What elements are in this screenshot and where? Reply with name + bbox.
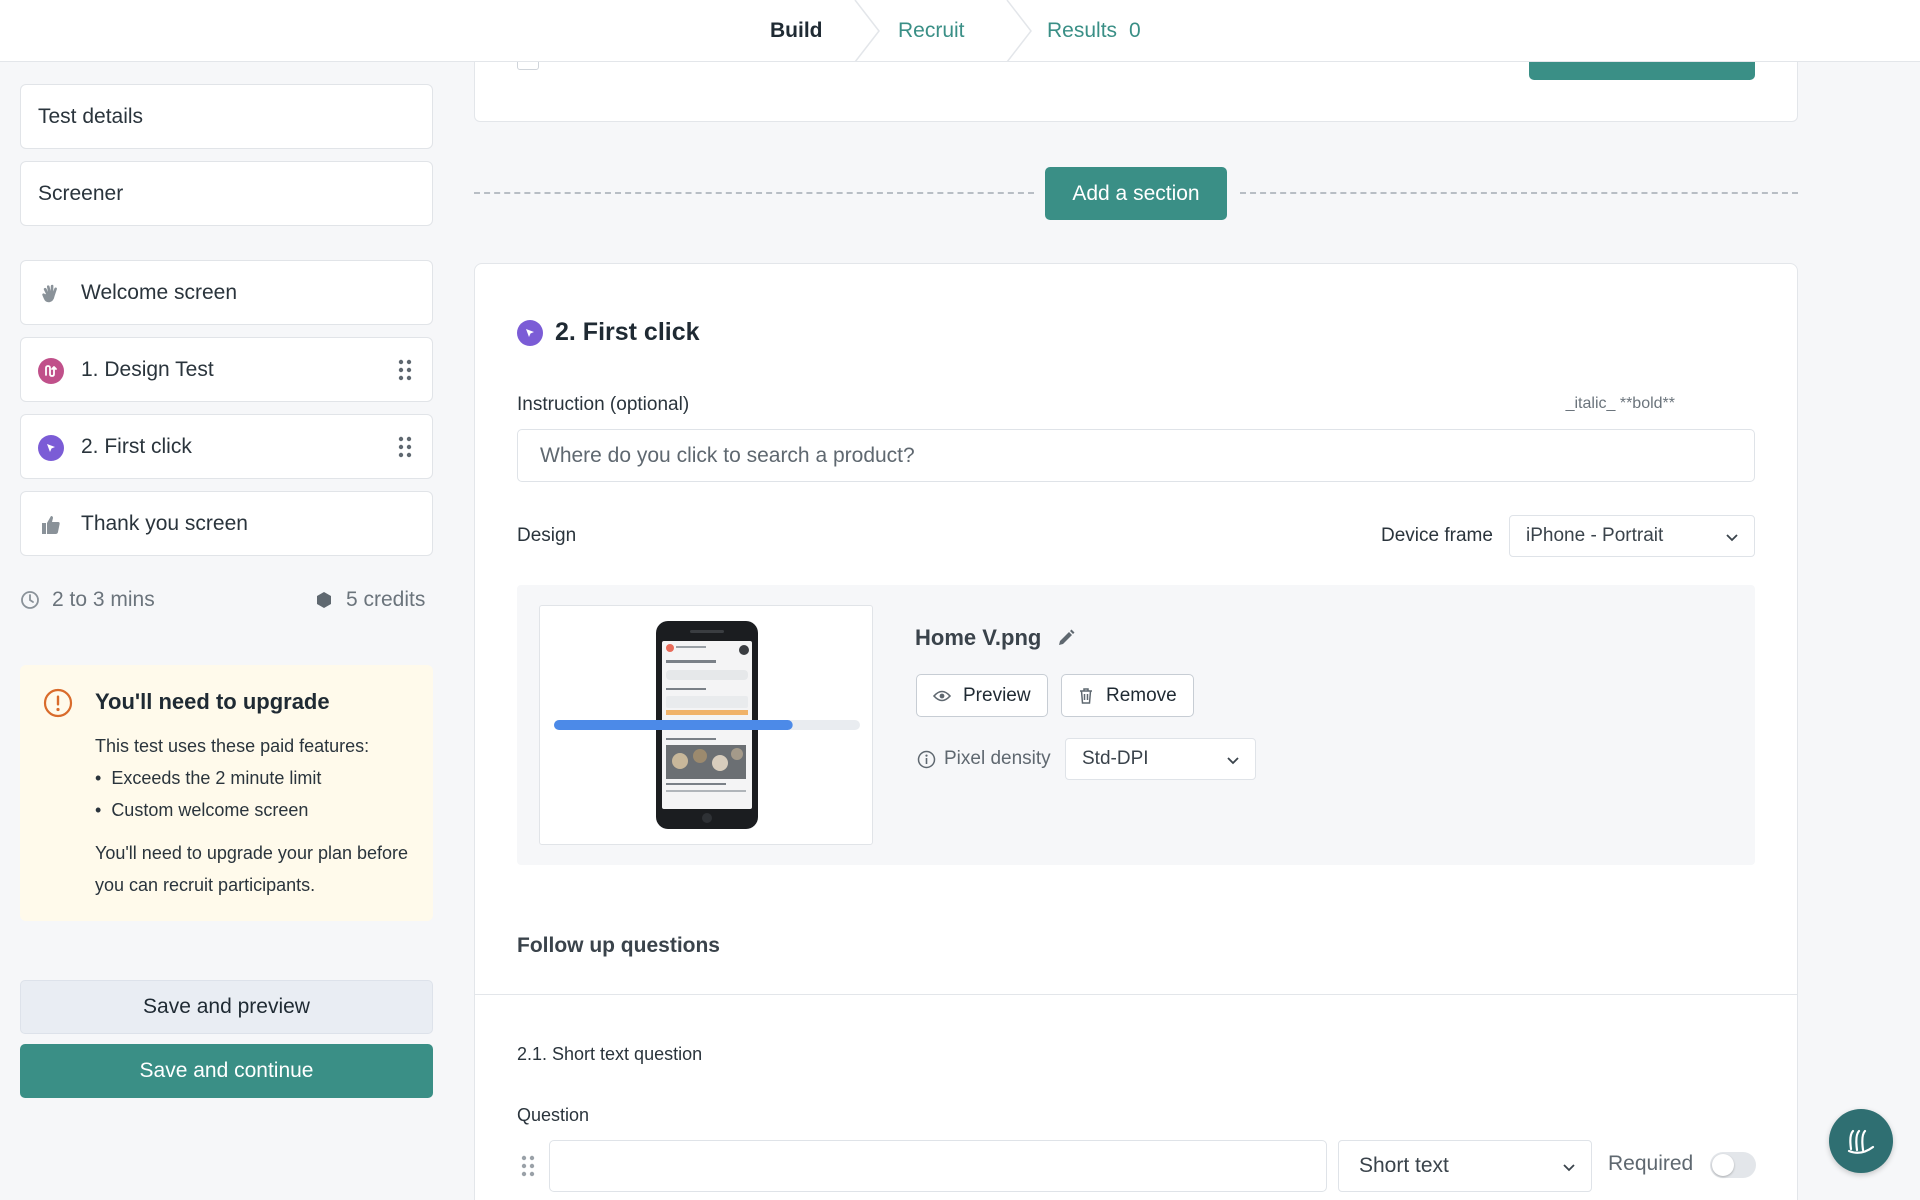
instruction-input[interactable]: Where do you click to search a product?: [517, 429, 1755, 482]
sidebar-item-thank-you-screen[interactable]: Thank you screen: [20, 491, 433, 556]
sidebar-item-first-click[interactable]: 2. First click: [20, 414, 433, 479]
sidebar-item-welcome-screen[interactable]: Welcome screen: [20, 260, 433, 325]
cursor-click-icon: [517, 319, 543, 346]
formatting-hint: _italic_ **bold**: [1565, 395, 1675, 412]
top-navigation: Build Recruit Results 0: [0, 0, 1920, 62]
thumbs-up-icon: [38, 512, 64, 538]
save-and-preview-button[interactable]: Save and preview: [20, 980, 433, 1034]
sidebar-item-label: Thank you screen: [81, 511, 248, 535]
preview-button[interactable]: Preview: [916, 674, 1048, 717]
section-title-text: 2. First click: [555, 318, 700, 346]
section-divider-line: [1240, 192, 1798, 194]
tab-recruit-label: Recruit: [898, 19, 965, 42]
remove-button-label: Remove: [1106, 684, 1177, 706]
upload-progress-fill: [554, 720, 793, 730]
wave-hand-icon: [38, 281, 64, 307]
sidebar-item-label: Screener: [38, 181, 124, 205]
sidebar-item-design-test[interactable]: 1. Design Test: [20, 337, 433, 402]
duration-text: 2 to 3 mins: [52, 588, 155, 611]
file-name-text: Home V.png: [915, 625, 1042, 650]
design-thumbnail: [539, 605, 873, 845]
required-label: Required: [1608, 1152, 1694, 1175]
eye-icon: [933, 690, 951, 701]
required-toggle[interactable]: [1710, 1152, 1756, 1178]
sidebar-test-details[interactable]: Test details: [20, 84, 433, 149]
section-divider-line: [474, 192, 1034, 194]
instruction-label: Instruction (optional): [517, 394, 690, 415]
warning-icon: [43, 688, 73, 718]
phone-mockup-image: [554, 621, 860, 829]
sidebar-screener[interactable]: Screener: [20, 161, 433, 226]
instruction-value: Where do you click to search a product?: [540, 443, 915, 467]
section-title: 2. First click: [517, 318, 700, 347]
pencil-edit-icon[interactable]: [1055, 627, 1077, 649]
help-chat-button[interactable]: [1829, 1109, 1893, 1173]
trash-icon: [1080, 687, 1092, 704]
question-type-select[interactable]: Short text: [1338, 1140, 1592, 1192]
question-input[interactable]: [549, 1140, 1327, 1192]
tab-build-label: Build: [770, 19, 823, 42]
follow-up-title: Follow up questions: [517, 934, 720, 957]
chevron-down-icon: [1726, 534, 1738, 542]
device-frame-label: Device frame: [1381, 525, 1493, 546]
drag-handle-icon[interactable]: [521, 1155, 535, 1177]
pixel-density: Pixel density: [917, 748, 1051, 770]
sidebar-item-label: 1. Design Test: [81, 357, 214, 381]
save-and-continue-button[interactable]: Save and continue: [20, 1044, 433, 1098]
tab-results[interactable]: Results 0: [1047, 0, 1141, 62]
credits-text: 5 credits: [346, 588, 426, 611]
tab-recruit[interactable]: Recruit: [898, 0, 965, 62]
design-test-icon: [38, 358, 64, 384]
sidebar-item-label: 2. First click: [81, 434, 192, 458]
question-heading: 2.1. Short text question: [517, 1044, 703, 1064]
cursor-click-icon: [38, 435, 64, 461]
upgrade-feature-list: Exceeds the 2 minute limit Custom welcom…: [95, 762, 321, 826]
results-count: 0: [1129, 19, 1141, 42]
question-label: Question: [517, 1105, 590, 1125]
design-file-name: Home V.png: [915, 625, 1077, 651]
pixel-density-value: Std-DPI: [1082, 748, 1149, 769]
credits-estimate: 5 credits: [314, 588, 425, 612]
tab-results-label: Results: [1047, 19, 1118, 42]
drag-handle-icon[interactable]: [398, 436, 412, 458]
upgrade-intro: This test uses these paid features:: [95, 736, 370, 756]
device-frame-value: iPhone - Portrait: [1526, 525, 1664, 546]
duration-estimate: 2 to 3 mins: [20, 588, 155, 612]
design-label: Design: [517, 525, 577, 546]
tab-build[interactable]: Build: [770, 0, 823, 62]
pixel-density-select[interactable]: Std-DPI: [1065, 738, 1256, 780]
info-icon: [917, 750, 936, 768]
chat-logo-icon: [1847, 1129, 1875, 1154]
list-item: Custom welcome screen: [95, 794, 321, 826]
pixel-density-label: Pixel density: [944, 748, 1051, 769]
credit-coin-icon: [317, 592, 331, 608]
upgrade-notice: You'll need to upgrade This test uses th…: [20, 665, 433, 921]
preview-button-label: Preview: [963, 684, 1031, 706]
device-frame-select[interactable]: iPhone - Portrait: [1509, 515, 1755, 557]
chevron-down-icon: [1563, 1164, 1575, 1172]
upgrade-note: You'll need to upgrade your plan before …: [95, 843, 409, 895]
sidebar-item-label: Welcome screen: [81, 280, 238, 304]
drag-handle-icon[interactable]: [398, 359, 412, 381]
list-item: Exceeds the 2 minute limit: [95, 762, 321, 794]
chevron-separator-icon: [1006, 0, 1032, 62]
chevron-separator-icon: [854, 0, 880, 62]
divider: [475, 994, 1797, 995]
sidebar-item-label: Test details: [38, 104, 144, 128]
question-type-value: Short text: [1359, 1154, 1449, 1177]
remove-button[interactable]: Remove: [1061, 674, 1194, 717]
upgrade-title: You'll need to upgrade: [95, 689, 330, 714]
chevron-down-icon: [1227, 757, 1239, 765]
add-section-button[interactable]: Add a section: [1045, 167, 1227, 220]
clock-icon: [21, 591, 39, 609]
